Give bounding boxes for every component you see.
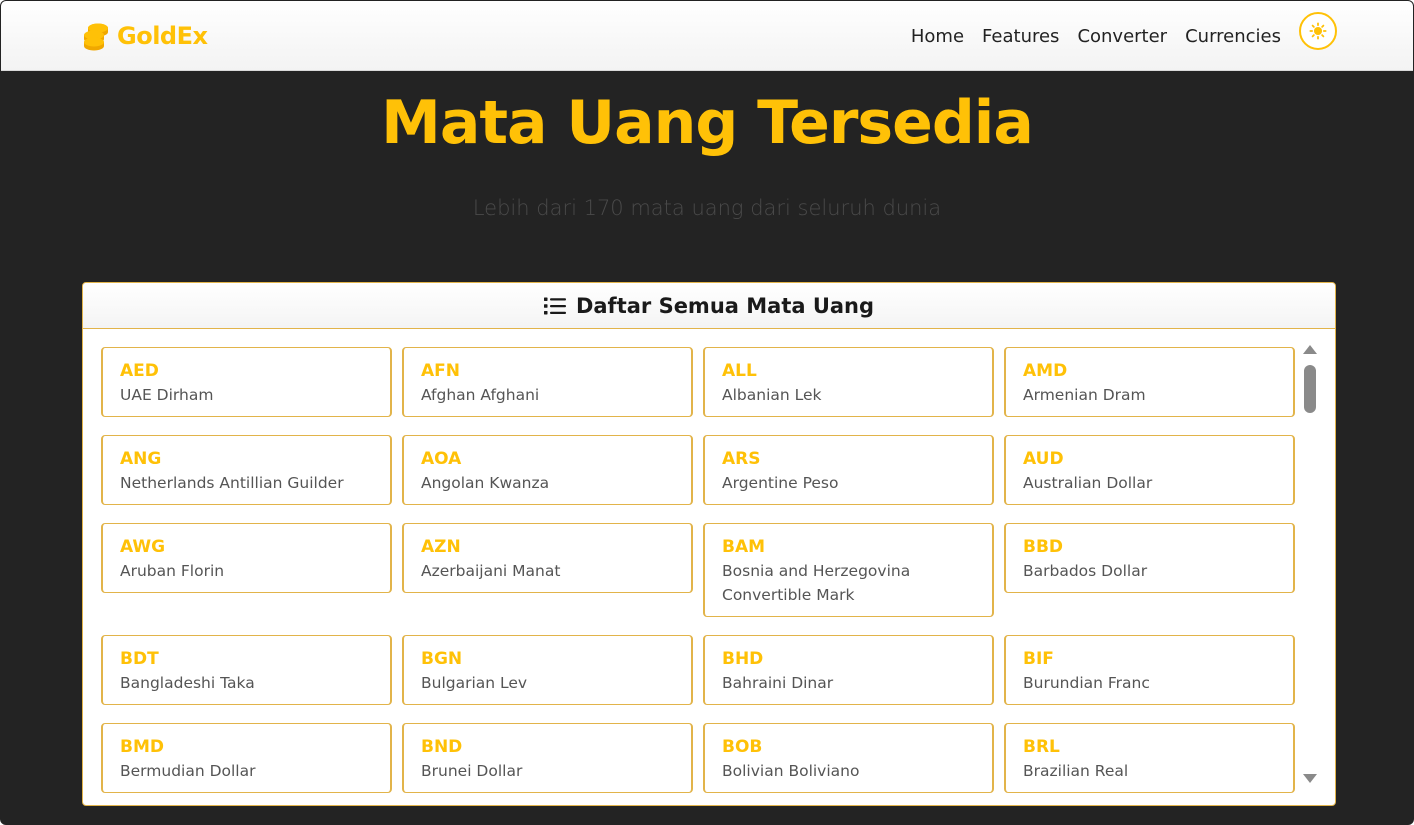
currency-name: Bulgarian Lev <box>421 674 528 692</box>
currency-name: Aruban Florin <box>120 562 225 580</box>
currency-code: BMD <box>120 737 164 757</box>
currency-code: ARS <box>722 449 761 469</box>
app-window: GoldEx Home Features Converter Currencie… <box>0 0 1414 825</box>
currency-name: Netherlands Antillian Guilder <box>120 474 344 492</box>
currency-code: BBD <box>1023 537 1064 557</box>
currency-card[interactable]: ANG Netherlands Antillian Guilder <box>101 435 392 505</box>
currency-code: AMD <box>1023 361 1068 381</box>
currency-card[interactable]: AZN Azerbaijani Manat <box>402 523 693 593</box>
currency-card[interactable]: ALL Albanian Lek <box>703 347 994 417</box>
currency-card[interactable]: BGN Bulgarian Lev <box>402 635 693 705</box>
currency-card[interactable]: BIF Burundian Franc <box>1004 635 1295 705</box>
currency-card[interactable]: BAM Bosnia and Herzegovina Convertible Ma… <box>703 523 994 617</box>
currency-code: BOB <box>722 737 763 757</box>
currency-code: AOA <box>421 449 462 469</box>
currency-name: Azerbaijani Manat <box>421 562 561 580</box>
currency-name: Angolan Kwanza <box>421 474 550 492</box>
currency-card[interactable]: BND Brunei Dollar <box>402 723 693 793</box>
currency-name: UAE Dirham <box>120 386 214 404</box>
scroll-up-arrow-icon[interactable] <box>1303 345 1317 354</box>
nav-link-converter[interactable]: Converter <box>1077 26 1167 47</box>
currency-grid-viewport: AED UAE Dirham AFN Afghan Afghani ALL Albania… <box>83 330 1317 805</box>
page-subtitle: Lebih dari 170 mata uang dari seluruh du… <box>472 196 942 220</box>
currency-grid: AED UAE Dirham AFN Afghan Afghani ALL Albania… <box>101 347 1295 793</box>
currency-code: BHD <box>722 649 764 669</box>
panel-title: Daftar Semua Mata Uang <box>575 293 875 318</box>
currency-card[interactable]: AMD Armenian Dram <box>1004 347 1295 417</box>
currency-name: Brazilian Real <box>1023 762 1129 780</box>
currency-name: Bosnia and Herzegovina Convertible Mark <box>722 562 911 604</box>
currency-card[interactable]: BMD Bermudian Dollar <box>101 723 392 793</box>
nav-link-features[interactable]: Features <box>982 26 1059 47</box>
currency-card[interactable]: BHD Bahraini Dinar <box>703 635 994 705</box>
currency-card[interactable]: BRL Brazilian Real <box>1004 723 1295 793</box>
currency-code: BGN <box>421 649 463 669</box>
currency-code: AUD <box>1023 449 1064 469</box>
panel-header: Daftar Semua Mata Uang <box>83 283 1335 329</box>
currency-name: Bahraini Dinar <box>722 674 834 692</box>
sun-icon <box>1309 22 1327 40</box>
list-icon <box>543 297 566 314</box>
currency-name: Albanian Lek <box>722 386 822 404</box>
currency-name: Bolivian Boliviano <box>722 762 860 780</box>
currency-card[interactable]: AUD Australian Dollar <box>1004 435 1295 505</box>
currency-code: AFN <box>421 361 460 381</box>
brand-logo[interactable]: GoldEx <box>81 19 208 53</box>
currency-name: Burundian Franc <box>1023 674 1150 692</box>
scrollbar[interactable] <box>1300 341 1320 787</box>
currency-name: Bermudian Dollar <box>120 762 256 780</box>
nav-links: Home Features Converter Currencies <box>911 23 1281 49</box>
currency-name: Argentine Peso <box>722 474 839 492</box>
currency-name: Barbados Dollar <box>1023 562 1148 580</box>
nav-link-home[interactable]: Home <box>911 26 964 47</box>
brand-name: GoldEx <box>117 22 208 50</box>
currency-code: BDT <box>120 649 159 669</box>
scroll-down-arrow-icon[interactable] <box>1303 774 1317 783</box>
currency-name: Armenian Dram <box>1023 386 1146 404</box>
currency-name: Bangladeshi Taka <box>120 674 255 692</box>
currency-card[interactable]: AED UAE Dirham <box>101 347 392 417</box>
currency-code: AWG <box>120 537 166 557</box>
currency-name: Australian Dollar <box>1023 474 1153 492</box>
currency-code: AZN <box>421 537 461 557</box>
currency-list-panel: Daftar Semua Mata Uang AED UAE Dirham AFN A… <box>82 282 1336 806</box>
currency-code: AED <box>120 361 159 381</box>
currency-card[interactable]: BOB Bolivian Boliviano <box>703 723 994 793</box>
currency-code: BAM <box>722 537 766 557</box>
currency-card[interactable]: AWG Aruban Florin <box>101 523 392 593</box>
nav-link-currencies[interactable]: Currencies <box>1185 26 1281 47</box>
coins-icon <box>84 23 108 51</box>
scroll-thumb[interactable] <box>1304 365 1316 413</box>
currency-code: BIF <box>1023 649 1054 669</box>
currency-card[interactable]: AFN Afghan Afghani <box>402 347 693 417</box>
currency-code: BND <box>421 737 463 757</box>
currency-name: Brunei Dollar <box>421 762 523 780</box>
theme-toggle-button[interactable] <box>1299 12 1337 50</box>
currency-card[interactable]: BDT Bangladeshi Taka <box>101 635 392 705</box>
currency-name: Afghan Afghani <box>421 386 540 404</box>
currency-code: ALL <box>722 361 757 381</box>
currency-code: BRL <box>1023 737 1060 757</box>
navbar: GoldEx Home Features Converter Currencie… <box>1 1 1413 71</box>
currency-card[interactable]: AOA Angolan Kwanza <box>402 435 693 505</box>
page-title: Mata Uang Tersedia <box>381 88 1034 158</box>
currency-card[interactable]: BBD Barbados Dollar <box>1004 523 1295 593</box>
currency-code: ANG <box>120 449 162 469</box>
currency-card[interactable]: ARS Argentine Peso <box>703 435 994 505</box>
